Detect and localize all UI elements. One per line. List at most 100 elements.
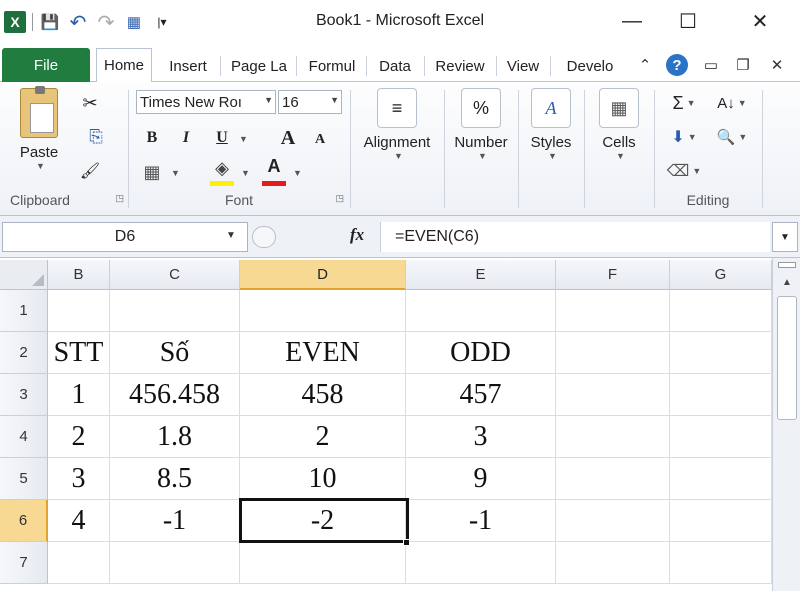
find-select-icon[interactable]: 🔍 ▼ [710, 124, 754, 150]
cell-d7[interactable] [240, 542, 406, 584]
fill-color-icon[interactable]: ◈ [210, 156, 234, 180]
grow-font-button[interactable]: A [276, 126, 300, 150]
minimize-button[interactable]: — [612, 6, 652, 36]
tab-developer[interactable]: Develo [554, 50, 626, 82]
select-all-button[interactable] [0, 260, 48, 290]
cell-g5[interactable] [670, 458, 772, 500]
cell-e2[interactable]: ODD [406, 332, 556, 374]
chevron-down-icon[interactable]: ▼ [241, 168, 250, 178]
cell-f5[interactable] [556, 458, 670, 500]
cell-e3[interactable]: 457 [406, 374, 556, 416]
column-header-d[interactable]: D [240, 260, 406, 290]
help-button[interactable]: ? [664, 54, 690, 76]
cell-f1[interactable] [556, 290, 670, 332]
paste-button[interactable]: Paste ▼ [10, 86, 68, 171]
row-header-7[interactable]: 7 [0, 542, 48, 584]
cell-b4[interactable]: 2 [48, 416, 110, 458]
alignment-button[interactable]: ≡ Alignment ▼ [354, 88, 440, 161]
chevron-down-icon[interactable]: ▼ [239, 134, 248, 144]
cell-c5[interactable]: 8.5 [110, 458, 240, 500]
fill-icon[interactable]: ⬇ ▼ [664, 124, 704, 150]
cell-g7[interactable] [670, 542, 772, 584]
cell-f6[interactable] [556, 500, 670, 542]
cell-e4[interactable]: 3 [406, 416, 556, 458]
cell-b7[interactable] [48, 542, 110, 584]
chevron-down-icon[interactable]: ▼ [293, 168, 302, 178]
cell-b3[interactable]: 1 [48, 374, 110, 416]
formula-bar-handle[interactable] [252, 226, 276, 248]
cell-c2[interactable]: Số [110, 332, 240, 374]
tab-page-layout[interactable]: Page La [224, 50, 294, 82]
tab-home[interactable]: Home [96, 48, 152, 83]
bold-button[interactable]: B [140, 126, 164, 150]
tab-review[interactable]: Review [428, 50, 492, 82]
close-button[interactable]: ✕ [740, 6, 780, 36]
fill-handle[interactable] [403, 539, 410, 546]
autosum-icon[interactable]: Σ ▼ [664, 90, 704, 116]
column-header-c[interactable]: C [110, 260, 240, 290]
cell-d5[interactable]: 10 [240, 458, 406, 500]
workbook-close-icon[interactable]: ✕ [766, 54, 788, 76]
column-header-g[interactable]: G [670, 260, 772, 290]
tab-view[interactable]: View [500, 50, 546, 82]
insert-function-button[interactable]: fx [350, 225, 364, 245]
cell-f4[interactable] [556, 416, 670, 458]
cell-f3[interactable] [556, 374, 670, 416]
row-header-1[interactable]: 1 [0, 290, 48, 332]
excel-logo-icon[interactable]: X [4, 11, 26, 33]
customize-qat-icon[interactable]: |▾ [151, 11, 173, 33]
cell-f2[interactable] [556, 332, 670, 374]
sort-filter-icon[interactable]: A↓ ▼ [710, 90, 754, 116]
scroll-thumb[interactable] [777, 296, 797, 420]
row-header-4[interactable]: 4 [0, 416, 48, 458]
cell-b5[interactable]: 3 [48, 458, 110, 500]
tab-insert[interactable]: Insert [158, 50, 218, 82]
column-header-e[interactable]: E [406, 260, 556, 290]
shrink-font-button[interactable]: A [308, 128, 332, 152]
cell-g2[interactable] [670, 332, 772, 374]
undo-icon[interactable]: ↶ [67, 11, 89, 34]
font-launcher-icon[interactable]: ◳ [335, 193, 344, 204]
chevron-down-icon[interactable]: ▼ [226, 230, 236, 241]
expand-formula-bar-button[interactable]: ▼ [772, 222, 798, 252]
cell-g1[interactable] [670, 290, 772, 332]
workbook-restore-icon[interactable]: ❐ [732, 54, 754, 76]
format-painter-icon[interactable]: 🖌 [76, 158, 104, 184]
calculator-icon[interactable]: ▦ [123, 11, 145, 33]
column-header-b[interactable]: B [48, 260, 110, 290]
maximize-button[interactable]: ☐ [668, 6, 708, 36]
cell-d3[interactable]: 458 [240, 374, 406, 416]
row-header-3[interactable]: 3 [0, 374, 48, 416]
cell-e5[interactable]: 9 [406, 458, 556, 500]
styles-button[interactable]: A Styles ▼ [520, 88, 582, 161]
cell-c3[interactable]: 456.458 [110, 374, 240, 416]
cell-g4[interactable] [670, 416, 772, 458]
cell-f7[interactable] [556, 542, 670, 584]
redo-icon[interactable]: ↷ [95, 11, 117, 34]
underline-button[interactable]: U [210, 126, 234, 150]
clipboard-launcher-icon[interactable]: ◳ [115, 193, 124, 204]
row-header-2[interactable]: 2 [0, 332, 48, 374]
cell-d2[interactable]: EVEN [240, 332, 406, 374]
cell-d6[interactable]: -2 [240, 500, 406, 542]
save-icon[interactable]: 💾 [39, 11, 61, 33]
clear-icon[interactable]: ⌫ ▼ [664, 158, 704, 184]
cell-c1[interactable] [110, 290, 240, 332]
cell-b6[interactable]: 4 [48, 500, 110, 542]
column-header-f[interactable]: F [556, 260, 670, 290]
row-header-5[interactable]: 5 [0, 458, 48, 500]
borders-icon[interactable]: ▦ [140, 160, 164, 184]
workbook-minimize-icon[interactable]: ▭ [700, 54, 722, 76]
cell-e6[interactable]: -1 [406, 500, 556, 542]
collapse-ribbon-icon[interactable]: ⌃ [634, 54, 656, 76]
chevron-down-icon[interactable]: ▼ [171, 168, 180, 178]
cell-g3[interactable] [670, 374, 772, 416]
cell-d4[interactable]: 2 [240, 416, 406, 458]
tab-file[interactable]: File [2, 48, 90, 82]
italic-button[interactable]: I [174, 126, 198, 150]
cell-d1[interactable] [240, 290, 406, 332]
row-header-6[interactable]: 6 [0, 500, 48, 542]
cell-e1[interactable] [406, 290, 556, 332]
cell-c4[interactable]: 1.8 [110, 416, 240, 458]
copy-icon[interactable]: ⎘ [76, 124, 116, 150]
